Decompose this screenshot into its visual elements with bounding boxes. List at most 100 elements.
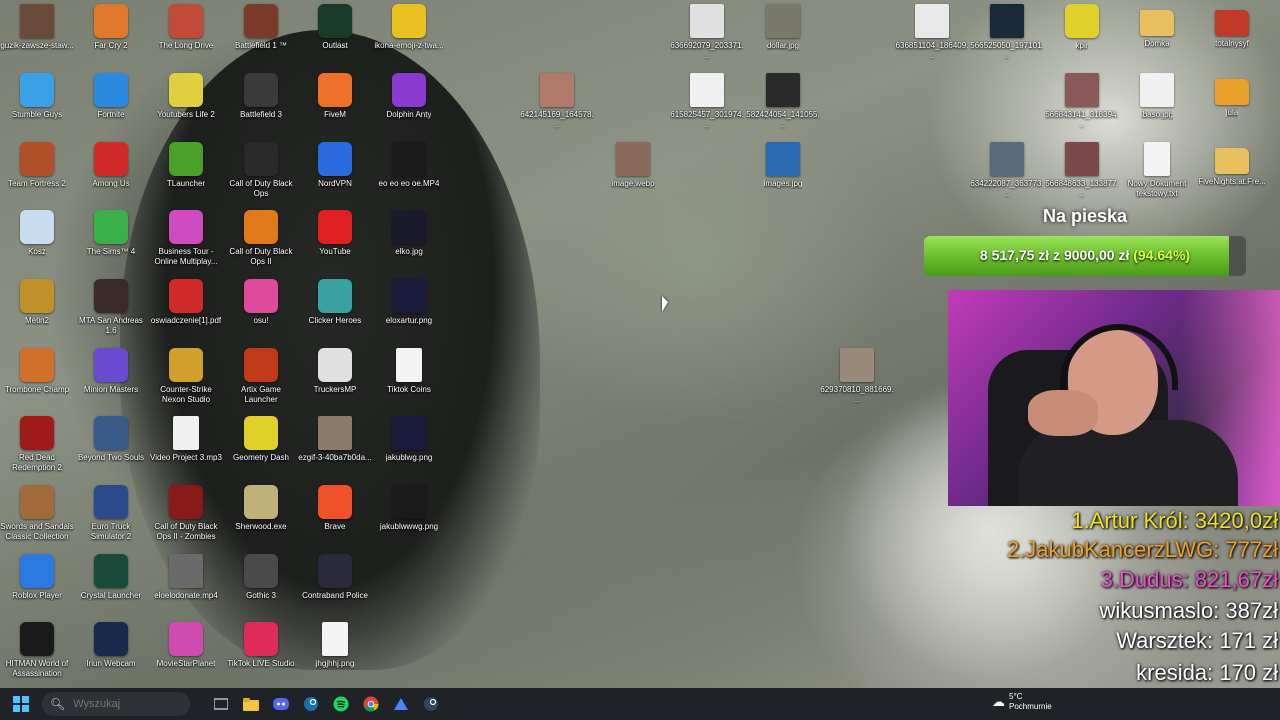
desktop-icon[interactable]: Euro Truck Simulator 2 <box>74 485 148 542</box>
desktop-icon[interactable]: jakublwg.png <box>372 416 446 463</box>
desktop-icon[interactable]: 636692079_203371... <box>670 4 744 61</box>
desktop-icon[interactable]: Battlefield 3 <box>224 73 298 120</box>
pdf-icon <box>169 279 203 313</box>
file-explorer-icon[interactable] <box>238 691 264 717</box>
image-thumb-icon <box>1140 73 1174 107</box>
desktop-icon[interactable]: ezgif-3-40ba7b0da... <box>298 416 372 463</box>
desktop-icon[interactable]: Team Fortress 2 <box>0 142 74 189</box>
desktop-icon[interactable]: Business Tour - Online Multiplay... <box>149 210 223 267</box>
desktop-icon[interactable]: Red Dead Redemption 2 <box>0 416 74 473</box>
desktop-icon[interactable]: 634222087_363773... <box>970 142 1044 199</box>
desktop-icon[interactable]: dollar.jpg <box>746 4 820 51</box>
discord-icon[interactable] <box>268 691 294 717</box>
roblox-icon <box>20 554 54 588</box>
desktop-icon[interactable]: Video Project 3.mp3 <box>149 416 223 463</box>
desktop-icon[interactable]: Sherwood.exe <box>224 485 298 532</box>
desktop-icon[interactable]: Trombone Champ <box>0 348 74 395</box>
desktop-icon[interactable]: Outlast <box>298 4 372 51</box>
desktop-icon[interactable]: Counter-Strike Nexon Studio <box>149 348 223 405</box>
desktop-icon[interactable]: ikona-emoji-z-twa... <box>372 4 446 51</box>
desktop-icon[interactable]: Brave <box>298 485 372 532</box>
desktop-icon[interactable]: Gothic 3 <box>224 554 298 601</box>
desktop-icon[interactable]: MTA San Andreas 1.6 <box>74 279 148 336</box>
spotify-icon[interactable] <box>328 691 354 717</box>
desktop-icon[interactable]: YouTube <box>298 210 372 257</box>
desktop-icon-label: eloelodonate.mp4 <box>154 591 218 600</box>
desktop-icon[interactable]: 566848633_133877... <box>1045 142 1119 199</box>
desktop-icon-label: jakublwwwg.png <box>379 522 439 531</box>
search-input[interactable] <box>71 697 176 711</box>
desktop-icon[interactable]: FiveNights.at.Fre... <box>1195 142 1269 187</box>
desktop-icon[interactable]: Dolphin Anty <box>372 73 446 120</box>
desktop-icon[interactable]: Fortnite <box>74 73 148 120</box>
desktop-icon[interactable]: TikTok LIVE Studio <box>224 622 298 669</box>
desktop-icon[interactable]: Metin2 <box>0 279 74 326</box>
desktop-icon[interactable]: The Sims™ 4 <box>74 210 148 257</box>
desktop-icon[interactable]: TLauncher <box>149 142 223 189</box>
desktop-icon[interactable]: 636851104_186409... <box>895 4 969 61</box>
taskbar-weather[interactable]: ☁︎ 5°C Pochmurnie <box>992 692 1052 712</box>
desktop-icon-label: Call of Duty Black Ops II - Zombies <box>154 522 218 541</box>
desktop-icon[interactable]: osu! <box>224 279 298 326</box>
desktop-icon[interactable]: TruckersMP <box>298 348 372 395</box>
desktop-icon[interactable]: Clicker Heroes <box>298 279 372 326</box>
desktop-icon[interactable]: Nowy Dokument tekstowy.txt <box>1120 142 1194 199</box>
desktop-icon[interactable]: Call of Duty Black Ops II - Zombies <box>149 485 223 542</box>
desktop-icon[interactable]: Call of Duty Black Ops II <box>224 210 298 267</box>
desktop-icon[interactable]: Minion Masters <box>74 348 148 395</box>
desktop-icon[interactable]: HITMAN World of Assassination <box>0 622 74 679</box>
desktop-icon[interactable]: ibaso.jpg <box>1120 73 1194 120</box>
desktop-icon[interactable]: 582424054_141055... <box>746 73 820 130</box>
vpn-icon[interactable] <box>388 691 414 717</box>
desktop-icon[interactable]: guzik-zawsze-staw... <box>0 4 74 51</box>
desktop-icon[interactable]: jhgjhhj.png <box>298 622 372 669</box>
desktop-icon[interactable]: Roblox Player <box>0 554 74 601</box>
desktop-icon[interactable]: Iriun Webcam <box>74 622 148 669</box>
desktop-icon[interactable]: image.webp <box>596 142 670 189</box>
desktop-icon[interactable]: elko.jpg <box>372 210 446 257</box>
desktop-icon[interactable]: Call of Duty Black Ops <box>224 142 298 199</box>
desktop-icon[interactable]: jula <box>1195 73 1269 118</box>
sims-icon <box>94 210 128 244</box>
desktop-icon[interactable]: Artix Game Launcher <box>224 348 298 405</box>
desktop-icon[interactable]: Far Cry 2 <box>74 4 148 51</box>
desktop-icon[interactable]: Battlefield 1 ™ <box>224 4 298 51</box>
desktop-icon[interactable]: Beyond Two Souls <box>74 416 148 463</box>
desktop-icon-label: Roblox Player <box>12 591 62 600</box>
desktop-icon[interactable]: 642145169_164578... <box>520 73 594 130</box>
desktop-icon[interactable]: Swords and Sandals Classic Collection <box>0 485 74 542</box>
desktop-icon[interactable]: Tiktok Coins <box>372 348 446 395</box>
steam-icon[interactable] <box>298 691 324 717</box>
desktop-icon[interactable]: Kosz <box>0 210 74 257</box>
desktop-icon[interactable]: 566525050_197101... <box>970 4 1044 61</box>
desktop-icon[interactable]: 629370810_881669... <box>820 348 894 405</box>
desktop-icon[interactable]: 566843141_318394... <box>1045 73 1119 130</box>
steam-icon[interactable] <box>418 691 444 717</box>
desktop-icon[interactable]: eloxartur.png <box>372 279 446 326</box>
desktop-icon[interactable]: kpir <box>1045 4 1119 51</box>
desktop-icon[interactable]: 615825457_301974... <box>670 73 744 130</box>
desktop-icon[interactable]: Stumble Guys <box>0 73 74 120</box>
desktop-icon[interactable]: NordVPN <box>298 142 372 189</box>
desktop-icon[interactable]: images.jpg <box>746 142 820 189</box>
desktop-icon[interactable]: Contraband Police <box>298 554 372 601</box>
task-view-icon[interactable] <box>208 691 234 717</box>
desktop-icon[interactable]: Youtubers Life 2 <box>149 73 223 120</box>
desktop-icon[interactable]: totalnysyf <box>1195 4 1269 49</box>
desktop-icon[interactable]: MovieStarPlanet <box>149 622 223 669</box>
desktop-icon[interactable]: Crystal Launcher <box>74 554 148 601</box>
windows-start-icon[interactable] <box>8 691 34 717</box>
desktop-icon[interactable]: oswiadczenie[1].pdf <box>149 279 223 326</box>
desktop-icon[interactable]: The Long Drive <box>149 4 223 51</box>
desktop-icon[interactable]: FiveM <box>298 73 372 120</box>
desktop-icon[interactable]: Domka <box>1120 4 1194 49</box>
desktop-icon[interactable]: Geometry Dash <box>224 416 298 463</box>
desktop-icon-label: Counter-Strike Nexon Studio <box>160 385 212 404</box>
chrome-icon[interactable] <box>358 691 384 717</box>
desktop-icon[interactable]: eo eo eo oe.MP4 <box>372 142 446 189</box>
folder-icon <box>1215 79 1249 105</box>
desktop-icon[interactable]: eloelodonate.mp4 <box>149 554 223 601</box>
desktop-icon[interactable]: jakublwwwg.png <box>372 485 446 532</box>
taskbar-search-box[interactable]: 🔍︎ <box>42 692 190 716</box>
desktop-icon[interactable]: Among Us <box>74 142 148 189</box>
